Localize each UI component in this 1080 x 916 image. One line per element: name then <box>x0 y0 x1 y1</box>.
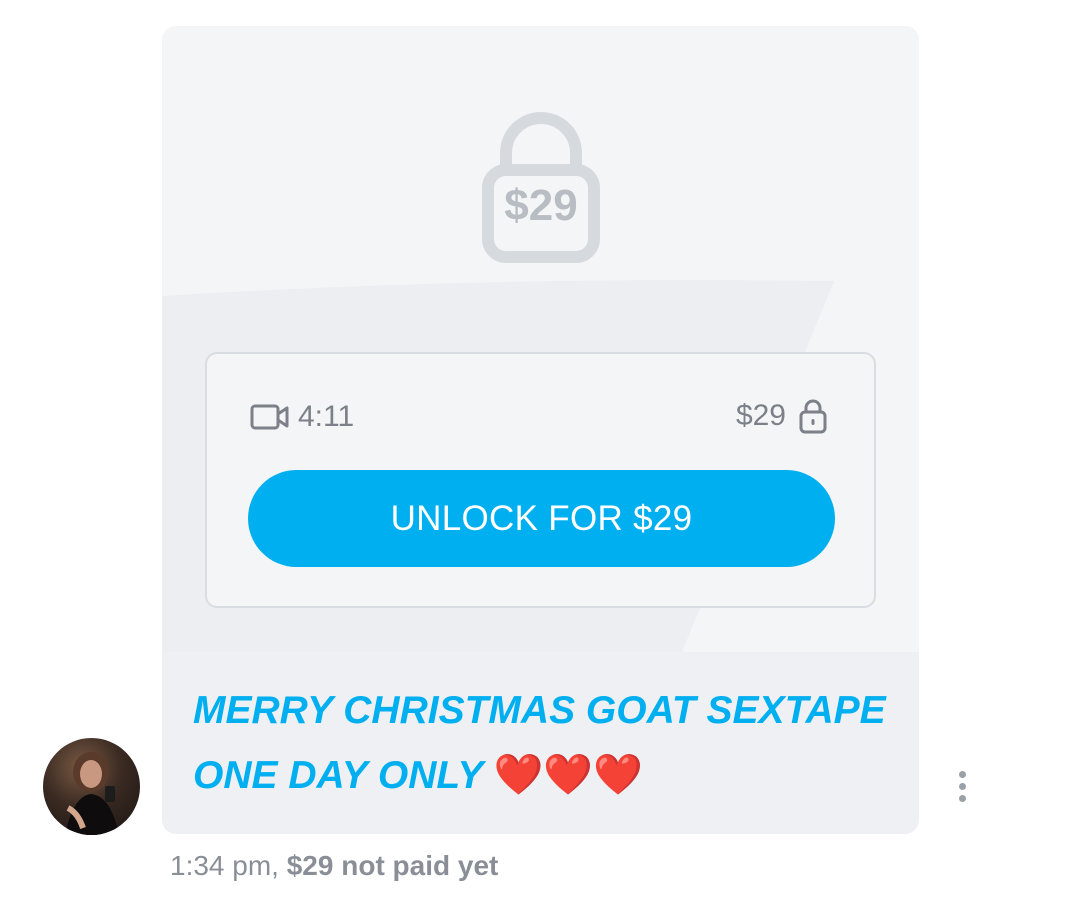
caption-line-2-text: ONE DAY ONLY <box>193 754 483 797</box>
locked-media-preview[interactable]: $29 4:11 $29 UNLOCK FOR $29 <box>162 26 919 652</box>
message-time: 1:34 pm, <box>170 850 279 881</box>
more-vertical-icon-dot <box>958 794 966 802</box>
unlock-card: 4:11 $29 UNLOCK FOR $29 <box>205 352 876 608</box>
media-price: $29 <box>736 398 828 434</box>
message-caption: MERRY CHRISTMAS GOAT SEXTAPE ONE DAY ONL… <box>193 678 903 808</box>
avatar[interactable] <box>43 738 140 835</box>
video-duration: 4:11 <box>298 400 355 433</box>
heart-emojis: ❤️❤️❤️ <box>493 753 643 797</box>
media-info: 4:11 <box>250 400 354 434</box>
chat-screen: $29 4:11 $29 UNLOCK FOR $29 MERRY CHRIST… <box>0 0 1080 916</box>
lock-price-label: $29 <box>504 181 578 230</box>
message-bubble: $29 4:11 $29 UNLOCK FOR $29 MERRY CHRIST… <box>162 26 919 834</box>
message-footer: 1:34 pm, $29 not paid yet <box>170 850 498 882</box>
caption-line-1: MERRY CHRISTMAS GOAT SEXTAPE <box>193 689 886 732</box>
payment-status: $29 not paid yet <box>286 850 499 881</box>
more-vertical-icon-dot <box>958 782 966 790</box>
price-label: $29 <box>735 399 786 432</box>
unlock-button[interactable]: UNLOCK FOR $29 <box>248 470 835 567</box>
video-camera-icon <box>250 404 289 430</box>
avatar-photo <box>65 752 119 835</box>
lock-icon <box>799 399 827 434</box>
caption-line-2: ONE DAY ONLY ❤️❤️❤️ <box>193 743 903 808</box>
more-vertical-icon-dot <box>958 770 966 778</box>
more-options-button[interactable] <box>946 766 978 806</box>
